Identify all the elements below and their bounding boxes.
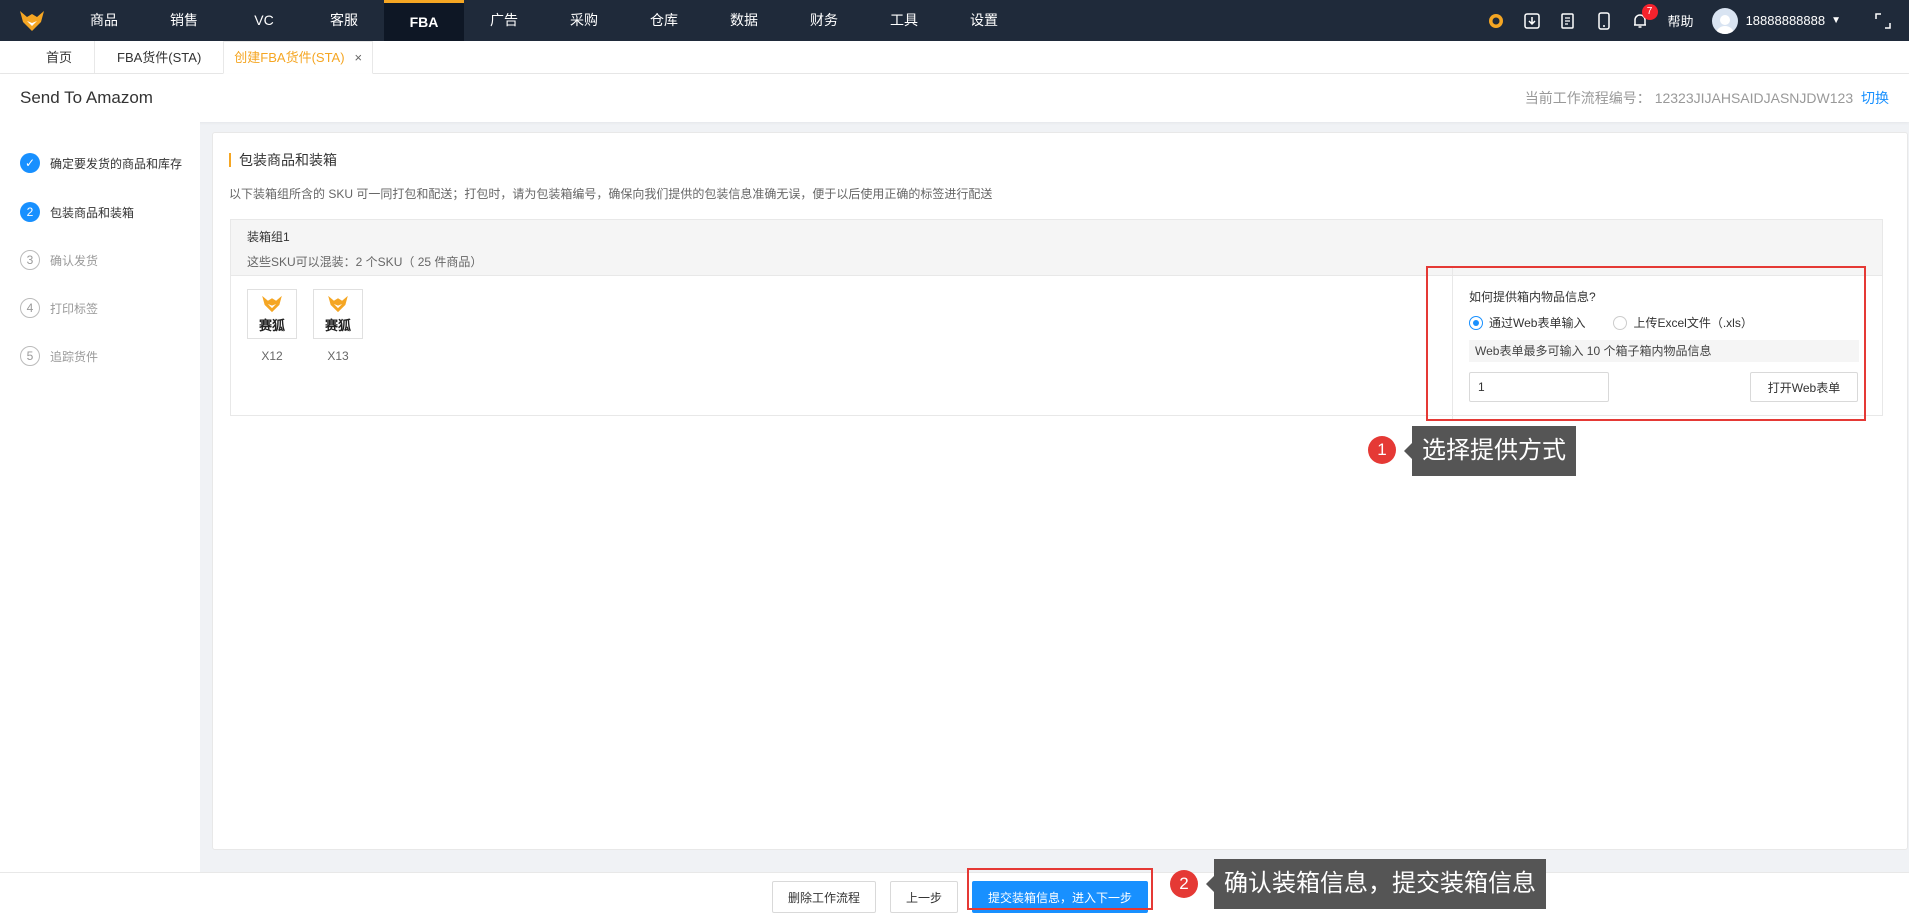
fox-logo-icon bbox=[328, 295, 348, 312]
nav-right: 7 帮助 18888888888 ▼ bbox=[1478, 0, 1909, 41]
packing-group-name: 装箱组1 bbox=[247, 230, 290, 244]
tab-create-fba-shipment[interactable]: 创建FBA货件(STA) × bbox=[223, 40, 374, 74]
workflow-code: 12323JIJAHSAIDJASNJDW123 bbox=[1654, 90, 1854, 106]
step-label: 确认发货 bbox=[50, 253, 99, 268]
section-title: 包装商品和装箱 bbox=[229, 153, 337, 167]
step-select-products[interactable]: ✓ 确定要发货的商品和库存 bbox=[20, 153, 182, 173]
step-label: 包装商品和装箱 bbox=[50, 205, 135, 220]
document-icon[interactable] bbox=[1550, 0, 1586, 41]
footer-actions: 删除工作流程 上一步 提交装箱信息，进入下一步 bbox=[0, 872, 1909, 917]
tab-fba-shipment[interactable]: FBA货件(STA) bbox=[95, 41, 223, 74]
nav-menu: 商品 销售 VC 客服 FBA 广告 采购 仓库 数据 财务 工具 设置 bbox=[64, 0, 1024, 41]
submit-button-highlight bbox=[967, 868, 1153, 910]
tab-bar: 首页 FBA货件(STA) 创建FBA货件(STA) × bbox=[0, 40, 1909, 74]
user-menu[interactable]: 18888888888 ▼ bbox=[1711, 7, 1841, 34]
options-title: 如何提供箱内物品信息? bbox=[1469, 290, 1596, 304]
nav-item-products[interactable]: 商品 bbox=[64, 0, 144, 41]
provide-method-radio-group: 通过Web表单输入 上传Excel文件（.xls） bbox=[1469, 314, 1781, 331]
product-brand: 赛狐 bbox=[258, 317, 285, 333]
chevron-down-icon: ▼ bbox=[1831, 15, 1841, 26]
notification-badge: 7 bbox=[1641, 4, 1658, 20]
step-number: 3 bbox=[20, 250, 40, 270]
fox-logo-icon bbox=[262, 295, 282, 312]
step-track-shipment[interactable]: 5 追踪货件 bbox=[20, 346, 98, 366]
box-content-options-highlight: 如何提供箱内物品信息? 通过Web表单输入 上传Excel文件（.xls） We… bbox=[1426, 266, 1866, 421]
product-card[interactable]: 赛狐 X13 bbox=[313, 289, 363, 363]
product-sku: X13 bbox=[327, 349, 349, 363]
help-link[interactable]: 帮助 bbox=[1668, 11, 1694, 30]
workflow-info: 当前工作流程编号： 12323JIJAHSAIDJASNJDW123 切换 bbox=[1525, 88, 1889, 108]
top-nav: 商品 销售 VC 客服 FBA 广告 采购 仓库 数据 财务 工具 设置 7 帮… bbox=[0, 0, 1909, 41]
nav-item-ads[interactable]: 广告 bbox=[464, 0, 544, 41]
nav-item-fba[interactable]: FBA bbox=[384, 0, 464, 41]
section-description: 以下装箱组所含的 SKU 可一同打包和配送；打包时，请为包装箱编号，确保向我们提… bbox=[229, 187, 993, 201]
close-icon[interactable]: × bbox=[355, 41, 363, 74]
mobile-icon[interactable] bbox=[1586, 0, 1622, 41]
product-sku: X12 bbox=[261, 349, 283, 363]
fox-logo-icon[interactable] bbox=[0, 0, 64, 41]
step-confirm-shipment[interactable]: 3 确认发货 bbox=[20, 250, 98, 270]
callout-label: 选择提供方式 bbox=[1404, 426, 1576, 476]
nav-item-tools[interactable]: 工具 bbox=[864, 0, 944, 41]
nav-item-purchase[interactable]: 采购 bbox=[544, 0, 624, 41]
service-icon[interactable] bbox=[1478, 0, 1514, 41]
nav-item-sales[interactable]: 销售 bbox=[144, 0, 224, 41]
radio-excel-upload-label[interactable]: 上传Excel文件（.xls） bbox=[1633, 314, 1752, 331]
nav-item-settings[interactable]: 设置 bbox=[944, 0, 1024, 41]
nav-item-customer-service[interactable]: 客服 bbox=[304, 0, 384, 41]
page-header: Send To Amazom 当前工作流程编号： 12323JIJAHSAIDJ… bbox=[0, 74, 1909, 122]
step-label: 打印标签 bbox=[50, 301, 99, 316]
box-content-options: 如何提供箱内物品信息? 通过Web表单输入 上传Excel文件（.xls） We… bbox=[1452, 268, 1867, 419]
callout-number: 1 bbox=[1368, 436, 1396, 464]
step-pack-products[interactable]: 2 包装商品和装箱 bbox=[20, 202, 134, 222]
fullscreen-icon[interactable] bbox=[1865, 0, 1901, 41]
product-brand: 赛狐 bbox=[324, 317, 351, 333]
step-print-labels[interactable]: 4 打印标签 bbox=[20, 298, 98, 318]
main-panel: 包装商品和装箱 以下装箱组所含的 SKU 可一同打包和配送；打包时，请为包装箱编… bbox=[212, 132, 1908, 850]
step-number: 4 bbox=[20, 298, 40, 318]
step-number: 5 bbox=[20, 346, 40, 366]
radio-web-form[interactable] bbox=[1469, 315, 1483, 330]
username: 18888888888 bbox=[1745, 13, 1826, 28]
product-card[interactable]: 赛狐 X12 bbox=[247, 289, 297, 363]
page-title: Send To Amazom bbox=[20, 88, 153, 107]
steps-sidebar: ✓ 确定要发货的商品和库存 2 包装商品和装箱 3 确认发货 4 打印标签 5 … bbox=[0, 122, 200, 872]
step-label: 追踪货件 bbox=[50, 349, 99, 364]
switch-workflow-link[interactable]: 切换 bbox=[1861, 90, 1889, 106]
nav-item-data[interactable]: 数据 bbox=[704, 0, 784, 41]
tab-home[interactable]: 首页 bbox=[24, 40, 96, 74]
nav-item-warehouse[interactable]: 仓库 bbox=[624, 0, 704, 41]
tab-create-label: 创建FBA货件(STA) bbox=[234, 49, 345, 65]
box-count-input[interactable] bbox=[1469, 372, 1609, 402]
radio-web-form-label[interactable]: 通过Web表单输入 bbox=[1489, 314, 1585, 331]
product-image: 赛狐 bbox=[313, 289, 363, 339]
callout-number: 2 bbox=[1170, 870, 1198, 898]
step-number: 2 bbox=[20, 202, 40, 222]
nav-item-vc[interactable]: VC bbox=[224, 0, 304, 41]
avatar bbox=[1711, 7, 1738, 34]
step-label: 确定要发货的商品和库存 bbox=[50, 156, 183, 171]
check-icon: ✓ bbox=[20, 153, 40, 173]
download-icon[interactable] bbox=[1514, 0, 1550, 41]
callout-label: 确认装箱信息，提交装箱信息 bbox=[1206, 859, 1546, 909]
workflow-label: 当前工作流程编号： bbox=[1524, 90, 1651, 106]
product-image: 赛狐 bbox=[247, 289, 297, 339]
delete-workflow-button[interactable]: 删除工作流程 bbox=[772, 881, 876, 913]
open-web-form-button[interactable]: 打开Web表单 bbox=[1750, 372, 1858, 402]
radio-excel-upload[interactable] bbox=[1613, 315, 1628, 330]
bell-icon[interactable]: 7 bbox=[1622, 0, 1658, 41]
nav-item-finance[interactable]: 财务 bbox=[784, 0, 864, 41]
previous-step-button[interactable]: 上一步 bbox=[890, 881, 958, 913]
web-form-hint: Web表单最多可输入 10 个箱子箱内物品信息 bbox=[1469, 340, 1859, 362]
